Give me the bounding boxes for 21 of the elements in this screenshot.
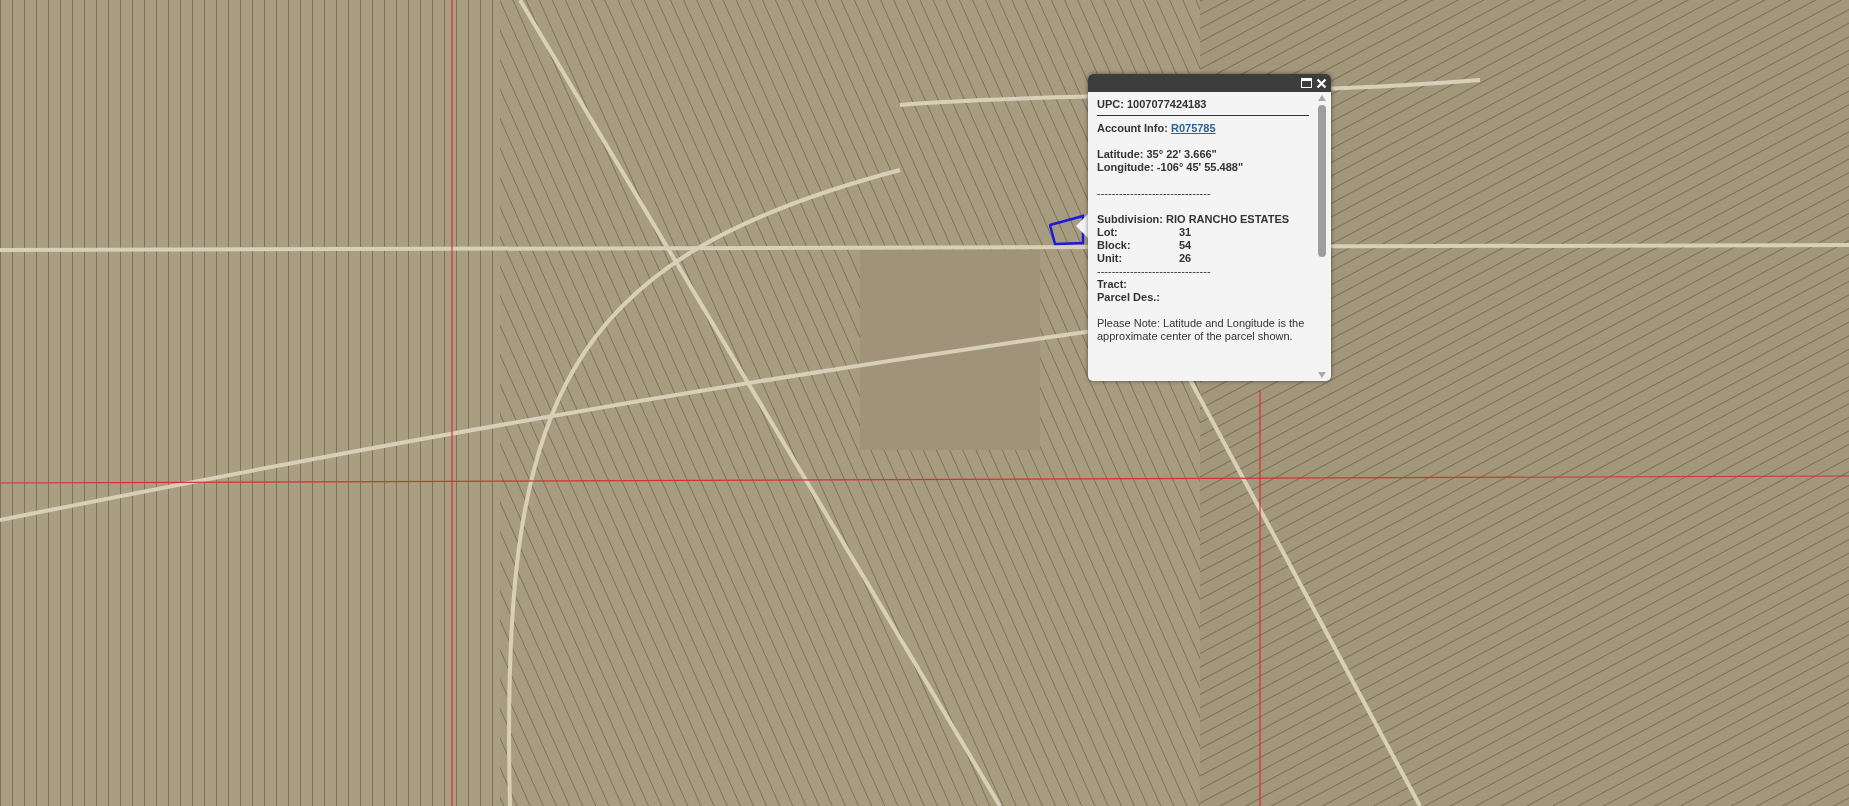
scrollbar[interactable] bbox=[1317, 94, 1327, 379]
field-value: 26 bbox=[1179, 252, 1192, 265]
field-text: Subdivision: RIO RANCHO ESTATES bbox=[1097, 213, 1291, 226]
upc-title: UPC: 1007077424183 bbox=[1097, 98, 1208, 111]
dash-separator: ------------------------------- bbox=[1097, 187, 1212, 200]
account-link[interactable]: R075785 bbox=[1170, 122, 1216, 134]
field-value: 31 bbox=[1179, 226, 1192, 239]
parcel-outline bbox=[1049, 214, 1087, 247]
field-label: Lot: bbox=[1097, 226, 1119, 239]
field-label: Block: bbox=[1097, 239, 1132, 252]
field-text: Parcel Des.: bbox=[1097, 291, 1161, 304]
dash-separator: ------------------------------- bbox=[1097, 265, 1212, 278]
field-text: Longitude: -106° 45' 55.488" bbox=[1097, 161, 1245, 174]
field-label: Account Info: bbox=[1097, 122, 1168, 134]
field-label: Unit: bbox=[1097, 252, 1124, 265]
field-text: Latitude: 35° 22' 3.666" bbox=[1097, 148, 1218, 161]
maximize-icon[interactable] bbox=[1301, 78, 1312, 88]
close-icon[interactable] bbox=[1316, 77, 1327, 89]
field-value: 54 bbox=[1179, 239, 1192, 252]
note-text: Please Note: Latitude and Longitude is the approximate center of the parcel shown. bbox=[1097, 317, 1306, 343]
field-text: Tract: bbox=[1097, 278, 1128, 291]
